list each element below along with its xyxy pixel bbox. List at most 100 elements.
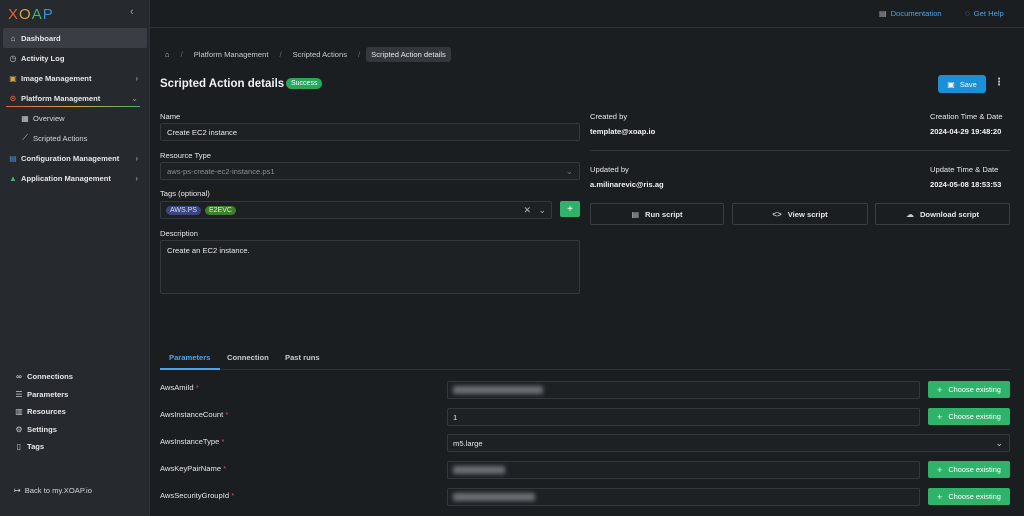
run-script-button[interactable]: ▤ Run script — [590, 203, 724, 225]
required-marker: * — [195, 383, 199, 392]
get-help-label: Get Help — [973, 9, 1004, 18]
gear-icon: ⚙ — [15, 424, 23, 434]
chevron-down-icon: ⌄ — [995, 437, 1003, 448]
breadcrumb-separator: / — [279, 49, 282, 59]
param-input[interactable] — [447, 461, 920, 479]
tab-past-runs[interactable]: Past runs — [285, 353, 320, 362]
plus-icon: + — [937, 464, 943, 475]
param-input[interactable]: 1 — [447, 408, 920, 426]
bottom-nav: ∞ Connections ☰ Parameters ▥ Resources ⚙… — [0, 368, 150, 456]
choose-existing-button[interactable]: + Choose existing — [928, 461, 1010, 478]
resource-type-label: Resource Type — [160, 151, 211, 160]
param-input[interactable] — [447, 488, 920, 506]
creation-time-value: 2024-04-29 19:48:20 — [930, 127, 1002, 136]
choose-label: Choose existing — [948, 492, 1001, 501]
updated-by-value: a.milinarevic@ris.ag — [590, 180, 664, 189]
tags-input[interactable]: AWS.PS E2EVC ✕ ⌄ — [160, 201, 552, 219]
creation-time-label: Creation Time & Date — [930, 112, 1003, 121]
nav-dashboard[interactable]: ⌂ Dashboard — [3, 28, 147, 48]
nav-label: Application Management — [21, 173, 111, 183]
link-icon: ∞ — [16, 372, 22, 382]
param-name: AwsInstanceType — [160, 437, 220, 446]
add-tag-button[interactable]: + — [560, 201, 580, 217]
exit-icon: ↦ — [14, 486, 21, 495]
view-script-button[interactable]: <> View script — [732, 203, 868, 225]
tab-connection[interactable]: Connection — [227, 353, 269, 362]
nav-activity-log[interactable]: ◷ Activity Log — [0, 48, 150, 68]
update-time-label: Update Time & Date — [930, 165, 999, 174]
main-nav: ⌂ Dashboard ◷ Activity Log ▣ Image Manag… — [0, 28, 150, 188]
required-marker: * — [223, 464, 227, 473]
redacted-value — [453, 386, 543, 394]
param-name: AwsAmiId — [160, 383, 194, 392]
param-value: 1 — [453, 412, 458, 422]
choose-existing-button[interactable]: + Choose existing — [928, 488, 1010, 505]
nav-tags[interactable]: ▯ Tags — [0, 438, 150, 456]
nav-image-management[interactable]: ▣ Image Management › — [0, 68, 150, 88]
save-button[interactable]: ▣ Save — [938, 75, 986, 93]
chevron-down-icon[interactable]: ⌄ — [538, 205, 546, 216]
nav-scripted-actions[interactable]: ⟋ Scripted Actions — [0, 128, 150, 148]
terminal-icon: ▤ — [631, 209, 639, 219]
description-label: Description — [160, 229, 198, 238]
grid-icon: ▦ — [21, 113, 29, 123]
nav-configuration-management[interactable]: ▤ Configuration Management › — [0, 148, 150, 168]
download-script-label: Download script — [919, 209, 980, 219]
choose-label: Choose existing — [948, 385, 1001, 394]
nav-settings[interactable]: ⚙ Settings — [0, 421, 150, 439]
nav-application-management[interactable]: ▲ Application Management › — [0, 168, 150, 188]
tags-label: Tags (optional) — [160, 189, 210, 198]
get-help-link[interactable]: ◌ Get Help — [965, 9, 1004, 18]
divider — [590, 150, 1010, 151]
back-link-label: Back to my.XOAP.io — [24, 486, 92, 495]
nav-resources[interactable]: ▥ Resources — [0, 403, 150, 421]
required-marker: * — [221, 437, 225, 446]
tag-chip[interactable]: E2EVC — [204, 205, 236, 215]
nav-connections[interactable]: ∞ Connections — [0, 368, 150, 386]
choose-label: Choose existing — [948, 412, 1001, 421]
breadcrumb-scripted-actions[interactable]: Scripted Actions — [288, 47, 352, 62]
bookmark-icon: ▯ — [16, 442, 22, 452]
breadcrumb-home-icon[interactable]: ⌂ — [160, 47, 175, 62]
clear-icon[interactable]: ✕ — [523, 205, 531, 216]
choose-existing-button[interactable]: + Choose existing — [928, 381, 1010, 398]
breadcrumb-separator: / — [358, 49, 361, 59]
nav-overview[interactable]: ▦ Overview — [0, 108, 150, 128]
redacted-value — [453, 466, 505, 474]
instance-type-select[interactable]: m5.large ⌄ — [447, 434, 1010, 452]
run-script-label: Run script — [645, 209, 683, 219]
breadcrumb-platform-management[interactable]: Platform Management — [189, 47, 274, 62]
documentation-link[interactable]: ▤ Documentation — [879, 9, 942, 18]
clock-icon: ◷ — [9, 53, 17, 63]
help-chat-icon: ◌ — [965, 9, 970, 18]
back-to-xoap-link[interactable]: ↦ Back to my.XOAP.io — [14, 486, 92, 495]
topbar: ▤ Documentation ◌ Get Help — [150, 0, 1024, 28]
param-input[interactable] — [447, 381, 920, 399]
tab-parameters[interactable]: Parameters — [169, 353, 210, 362]
description-value: Create an EC2 instance. — [167, 246, 250, 255]
breadcrumb-separator: / — [180, 49, 183, 59]
more-options-icon[interactable]: ⋮ — [994, 77, 1004, 88]
list-icon: ☰ — [15, 389, 23, 399]
xoap-logo[interactable]: XOAP — [8, 6, 54, 23]
download-script-button[interactable]: ☁ Download script — [875, 203, 1010, 225]
platform-icon: ⊙ — [9, 93, 17, 103]
sidebar: XOAP ‹ ⌂ Dashboard ◷ Activity Log ▣ Imag… — [0, 0, 150, 516]
tag-chip[interactable]: AWS.PS — [166, 205, 201, 215]
save-icon: ▣ — [947, 79, 955, 89]
nav-label: Platform Management — [21, 93, 101, 103]
choose-label: Choose existing — [948, 465, 1001, 474]
save-label: Save — [959, 79, 977, 89]
nav-platform-management[interactable]: ⊙ Platform Management ⌄ — [0, 88, 150, 108]
chevron-down-icon: ⌄ — [565, 165, 573, 176]
document-icon: ▤ — [879, 9, 887, 18]
nav-label: Settings — [27, 424, 57, 434]
update-time-value: 2024-05-08 18:53:53 — [930, 180, 1002, 189]
collapse-sidebar-icon[interactable]: ‹ — [130, 6, 134, 18]
resource-type-select[interactable]: aws-ps-create-ec2-instance.ps1 ⌄ — [160, 162, 580, 180]
description-textarea[interactable]: Create an EC2 instance. — [160, 240, 580, 294]
name-input[interactable]: Create EC2 instance — [160, 123, 580, 141]
nav-parameters[interactable]: ☰ Parameters — [0, 386, 150, 404]
param-name: AwsSecurityGroupId — [160, 491, 230, 500]
choose-existing-button[interactable]: + Choose existing — [928, 408, 1010, 425]
